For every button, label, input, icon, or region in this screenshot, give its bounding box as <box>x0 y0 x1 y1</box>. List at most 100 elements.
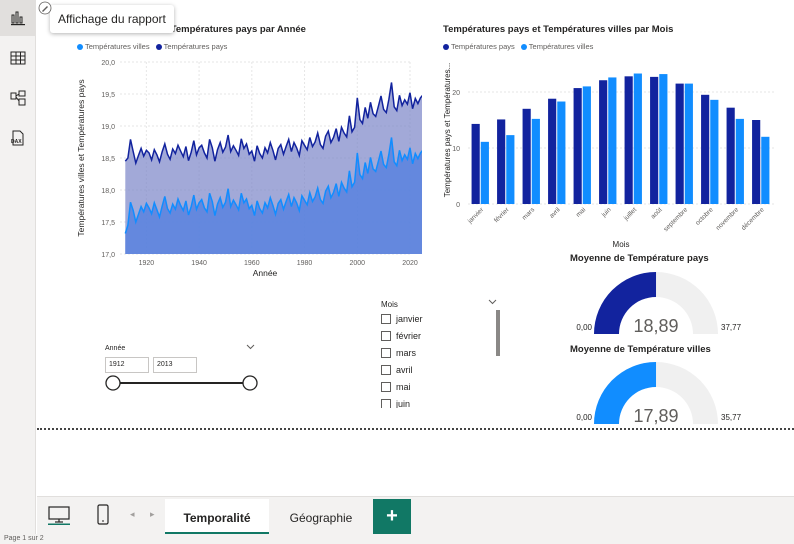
bar-chart-legend: Températures pays Températures villes <box>443 42 593 51</box>
annee-slicer-label: Année <box>105 345 126 352</box>
bar-pays <box>675 83 684 204</box>
gauge-value: 18,89 <box>633 316 678 336</box>
bar-villes <box>710 99 719 204</box>
x-tick-label: 1960 <box>244 260 260 267</box>
bar-pays <box>726 107 735 204</box>
bar-pays <box>573 88 582 204</box>
gauge-max: 37,77 <box>721 323 742 332</box>
mois-item[interactable]: mars <box>381 346 416 360</box>
chevron-down-icon[interactable] <box>246 344 255 350</box>
mois-item[interactable]: avril <box>381 363 413 377</box>
gauge-min: 0,00 <box>576 323 592 332</box>
y-tick-label: 18,0 <box>101 188 115 195</box>
x-axis-label: Mois <box>613 240 630 249</box>
mois-item[interactable]: février <box>381 329 421 343</box>
bar-villes <box>582 86 591 204</box>
x-tick-label: février <box>493 206 511 224</box>
x-tick-label: 1980 <box>297 260 313 267</box>
y-tick-label: 19,5 <box>101 92 115 99</box>
legend-item-villes[interactable]: Températures villes <box>77 42 150 51</box>
bar-pays <box>650 76 659 204</box>
mois-slicer-label: Mois <box>381 300 398 309</box>
bar-pays <box>599 80 608 204</box>
next-page-icon[interactable]: ▸ <box>150 509 155 520</box>
y-tick-label: 20,0 <box>101 60 115 67</box>
checkbox[interactable] <box>381 314 391 324</box>
mois-item[interactable]: mai <box>381 380 411 394</box>
y-tick-label: 18,5 <box>101 156 115 163</box>
y-tick-label: 17,5 <box>101 220 115 227</box>
desktop-layout-icon[interactable] <box>48 505 70 525</box>
area-chart-title: t Températures pays par Année <box>165 24 306 35</box>
bar-villes <box>608 77 617 204</box>
page-boundary <box>37 428 794 430</box>
checkbox[interactable] <box>381 348 391 358</box>
area-chart-legend: Températures villes Températures pays <box>77 42 227 51</box>
bar-villes <box>659 74 668 204</box>
checkbox[interactable] <box>381 331 391 341</box>
y-tick-label: 19,0 <box>101 124 115 131</box>
x-tick-label: septembre <box>662 206 689 233</box>
x-tick-label: 1940 <box>191 260 207 267</box>
bar-pays <box>548 98 557 204</box>
x-tick-label: mai <box>575 206 587 218</box>
annee-range-slider[interactable] <box>104 374 260 392</box>
slider-handle-start <box>105 375 121 391</box>
legend-item-pays[interactable]: Températures pays <box>443 42 515 51</box>
area-chart[interactable]: 17,0 17,5 18,0 18,5 19,0 19,5 20,0 1920 1940 1960… <box>72 52 422 282</box>
model-view-button[interactable] <box>0 80 36 116</box>
bar-chart[interactable]: 0 10 20Températures pays et Températures..… <box>440 52 780 252</box>
x-tick-label: juin <box>600 206 613 219</box>
report-view-button[interactable] <box>0 0 36 36</box>
y-axis-label: Températures villes et Températures pays <box>76 79 86 236</box>
bar-villes <box>531 118 540 204</box>
bar-pays <box>752 120 761 204</box>
mois-scrollbar[interactable] <box>496 310 500 356</box>
report-view-icon <box>11 11 25 26</box>
checkbox[interactable] <box>381 382 391 392</box>
chevron-down-icon[interactable] <box>488 299 497 305</box>
table-view-button[interactable] <box>0 40 36 76</box>
y-tick-label: 20 <box>452 90 460 97</box>
checkbox[interactable] <box>381 399 391 408</box>
tab-geographie[interactable]: Géographie <box>273 499 369 535</box>
mobile-layout-icon[interactable] <box>96 504 110 526</box>
x-tick-label: décembre <box>740 206 766 232</box>
gauge-value: 17,89 <box>633 406 678 426</box>
pencil-icon <box>38 1 52 15</box>
mois-item[interactable]: juin <box>381 397 410 408</box>
mois-item[interactable]: janvier <box>381 312 423 326</box>
bar-villes <box>735 118 744 204</box>
checkbox[interactable] <box>381 365 391 375</box>
annee-from-input[interactable]: 1912 <box>105 357 149 373</box>
dax-query-icon: DAX <box>11 130 24 146</box>
x-axis-label: Année <box>253 268 278 278</box>
x-tick-label: 2000 <box>349 260 365 267</box>
model-view-icon <box>10 90 26 106</box>
tooltip: Affichage du rapport <box>50 5 174 33</box>
dax-query-button[interactable]: DAX <box>0 120 36 156</box>
bar-villes <box>557 101 566 204</box>
gauge-pays[interactable]: 18,89 0,00 37,77 <box>568 262 758 342</box>
view-rail: DAX <box>0 0 36 544</box>
bar-pays <box>701 94 710 204</box>
legend-item-villes[interactable]: Températures villes <box>520 42 593 51</box>
bar-villes <box>684 83 693 204</box>
prev-page-icon[interactable]: ◂ <box>130 509 135 520</box>
x-tick-label: novembre <box>715 206 741 232</box>
add-page-button[interactable]: + <box>373 499 411 535</box>
gauge-villes[interactable]: 17,89 0,00 35,77 <box>568 352 758 430</box>
bar-pays <box>624 76 633 204</box>
legend-item-pays[interactable]: Températures pays <box>155 42 227 51</box>
bar-villes <box>761 136 770 204</box>
x-tick-label: 1920 <box>139 260 155 267</box>
x-tick-label: janvier <box>466 206 486 226</box>
table-view-icon <box>10 51 26 65</box>
bar-villes <box>506 135 515 204</box>
x-tick-label: août <box>650 206 664 220</box>
bar-villes <box>480 141 489 204</box>
x-tick-label: juillet <box>622 206 638 222</box>
annee-to-input[interactable]: 2013 <box>153 357 197 373</box>
tab-temporalite[interactable]: Temporalité <box>165 499 269 535</box>
mois-list: janvier février mars avril mai juin <box>381 312 493 408</box>
